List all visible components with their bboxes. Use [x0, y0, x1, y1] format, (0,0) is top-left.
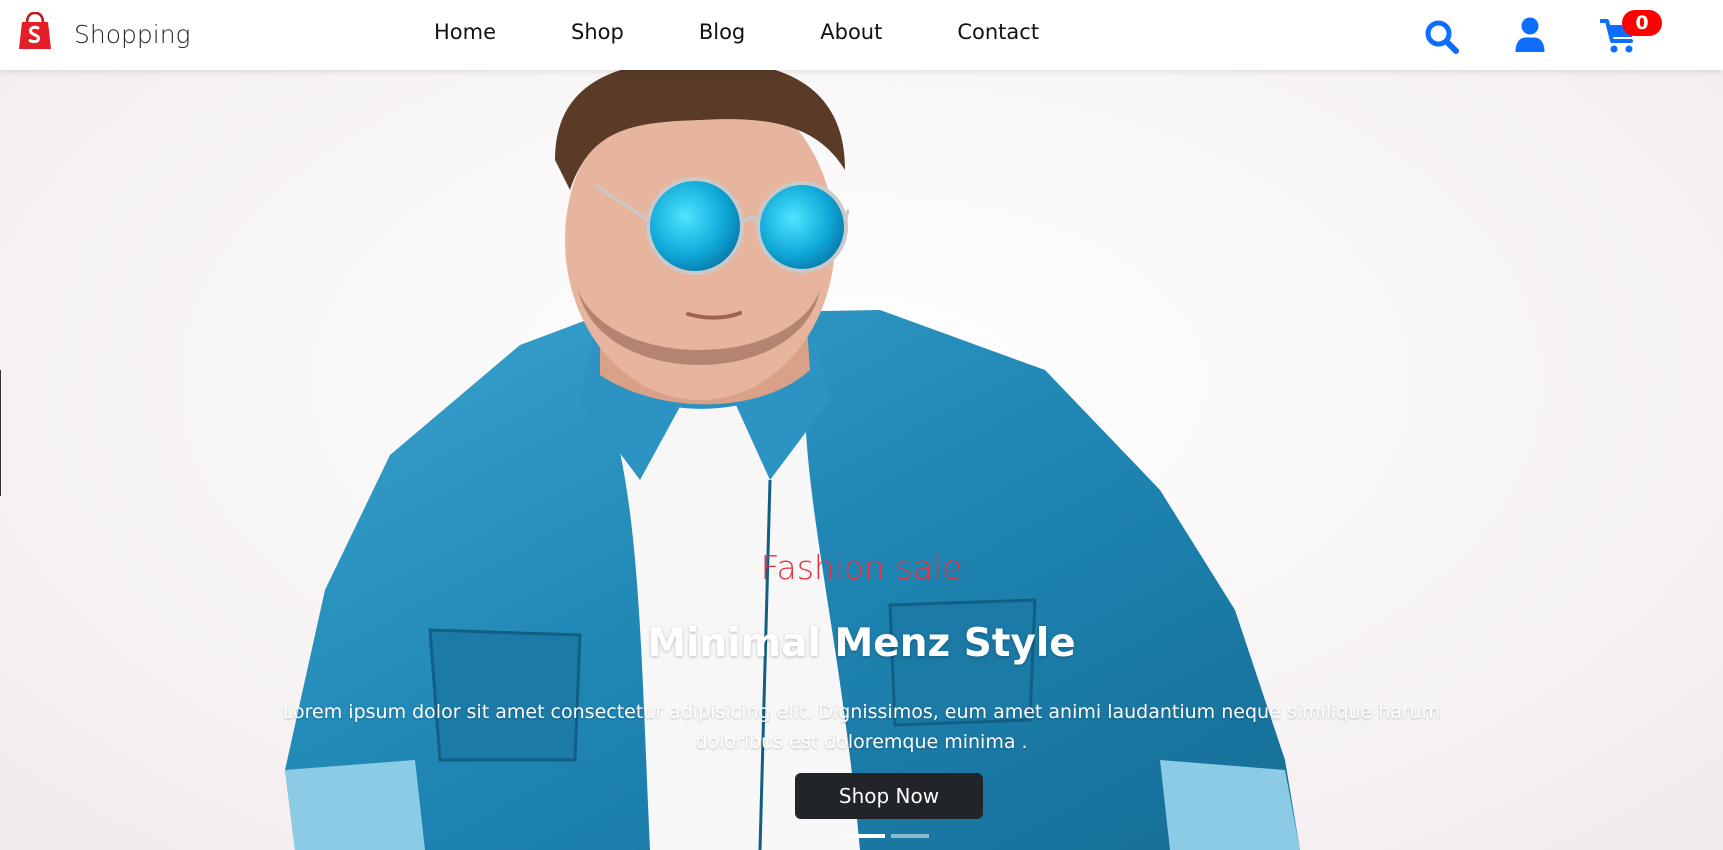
- nav-home-link[interactable]: Home: [434, 20, 496, 44]
- search-icon: [1425, 20, 1459, 54]
- hero-eyebrow: Fashion sale: [760, 548, 963, 587]
- shopify-bag-icon: [19, 12, 51, 49]
- hero-title: Minimal Menz Style: [647, 621, 1076, 666]
- nav-about-link[interactable]: About: [820, 20, 882, 44]
- brand-link[interactable]: Shopping: [18, 12, 191, 50]
- carousel-indicators: [847, 834, 935, 838]
- carousel-indicator-2[interactable]: [891, 834, 929, 838]
- navbar: Shopping Home Shop Blog About Contact 0: [0, 0, 1723, 70]
- nav-contact-link[interactable]: Contact: [957, 20, 1039, 44]
- carousel-indicator-1[interactable]: [847, 834, 885, 838]
- account-button[interactable]: [1515, 17, 1545, 53]
- cart-count-badge: 0: [1622, 10, 1662, 36]
- shop-now-button[interactable]: Shop Now: [795, 773, 983, 819]
- user-icon: [1515, 17, 1545, 52]
- brand-name: Shopping: [74, 19, 191, 49]
- hero-description: Lorem ipsum dolor sit amet consectetur a…: [282, 701, 1441, 753]
- main-nav: Home Shop Blog About Contact: [434, 20, 1039, 44]
- nav-shop-link[interactable]: Shop: [571, 20, 624, 44]
- carousel-edge-marker: [0, 370, 1, 496]
- nav-blog-link[interactable]: Blog: [699, 20, 745, 44]
- search-button[interactable]: [1424, 19, 1460, 55]
